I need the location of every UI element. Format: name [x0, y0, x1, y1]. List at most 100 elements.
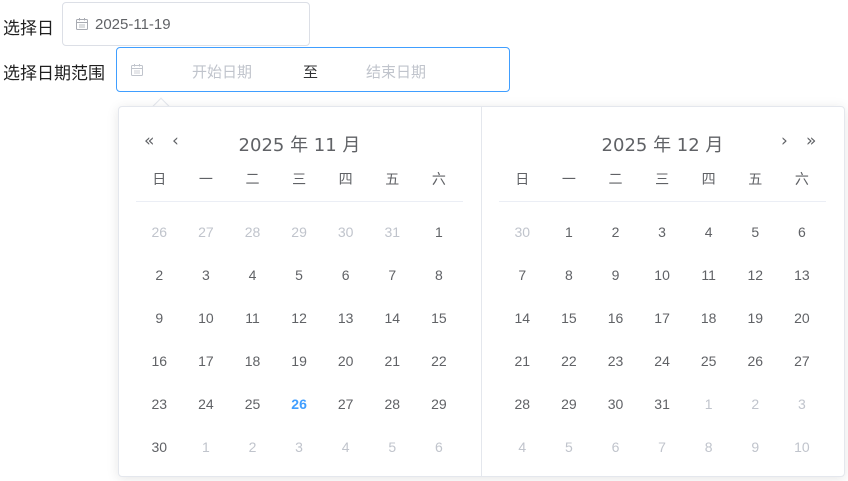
day-cell[interactable]: 21 — [369, 353, 416, 369]
day-cell[interactable]: 15 — [416, 310, 463, 326]
day-cell[interactable]: 2 — [136, 267, 183, 283]
day-cell[interactable]: 26 — [732, 353, 779, 369]
day-cell[interactable]: 5 — [732, 224, 779, 240]
day-cell[interactable]: 5 — [276, 267, 323, 283]
day-cell[interactable]: 8 — [546, 267, 593, 283]
day-cell[interactable]: 2 — [229, 439, 276, 455]
day-cell[interactable]: 25 — [229, 396, 276, 412]
day-cell[interactable]: 6 — [322, 267, 369, 283]
day-cell[interactable]: 28 — [369, 396, 416, 412]
day-cell[interactable]: 22 — [416, 353, 463, 369]
day-cell[interactable]: 16 — [136, 353, 183, 369]
day-cell[interactable]: 29 — [416, 396, 463, 412]
day-cell[interactable]: 11 — [229, 310, 276, 326]
chevron-right-icon[interactable]: › — [781, 131, 788, 151]
day-cell[interactable]: 14 — [369, 310, 416, 326]
week-row: 28 29 30 31 1 2 3 — [499, 383, 845, 426]
day-cell[interactable]: 24 — [639, 353, 686, 369]
day-cell[interactable]: 27 — [779, 353, 826, 369]
week-row: 9 10 11 12 13 14 15 — [136, 297, 482, 340]
day-cell[interactable]: 1 — [546, 224, 593, 240]
day-cell[interactable]: 28 — [499, 396, 546, 412]
week-row: 14 15 16 17 18 19 20 — [499, 297, 845, 340]
day-cell[interactable]: 19 — [732, 310, 779, 326]
date-range-input[interactable]: 开始日期 至 结束日期 — [116, 47, 510, 92]
day-cell[interactable]: 12 — [732, 267, 779, 283]
day-cell[interactable]: 21 — [499, 353, 546, 369]
day-cell[interactable]: 7 — [639, 439, 686, 455]
day-cell[interactable]: 11 — [685, 267, 732, 283]
day-cell[interactable]: 15 — [546, 310, 593, 326]
day-cell[interactable]: 9 — [732, 439, 779, 455]
single-date-input[interactable]: 2025-11-19 — [62, 2, 310, 46]
day-cell[interactable]: 7 — [499, 267, 546, 283]
day-cell[interactable]: 5 — [546, 439, 593, 455]
day-cell[interactable]: 19 — [276, 353, 323, 369]
day-cell[interactable]: 16 — [592, 310, 639, 326]
day-cell[interactable]: 9 — [136, 310, 183, 326]
day-cell[interactable]: 18 — [229, 353, 276, 369]
day-cell[interactable]: 24 — [183, 396, 230, 412]
day-cell[interactable]: 20 — [779, 310, 826, 326]
day-cell[interactable]: 5 — [369, 439, 416, 455]
left-day-grid: 26 27 28 29 30 31 1 2 3 4 5 6 7 8 9 10 11 12 13 14 15 16 17 18 1… — [136, 211, 482, 468]
single-date-value: 2025-11-19 — [95, 15, 171, 33]
day-cell[interactable]: 31 — [369, 224, 416, 240]
day-cell[interactable]: 2 — [732, 396, 779, 412]
day-cell[interactable]: 1 — [416, 224, 463, 240]
day-cell[interactable]: 10 — [639, 267, 686, 283]
day-cell[interactable]: 1 — [685, 396, 732, 412]
day-cell[interactable]: 6 — [592, 439, 639, 455]
day-cell[interactable]: 28 — [229, 224, 276, 240]
day-cell[interactable]: 1 — [183, 439, 230, 455]
day-cell[interactable]: 30 — [499, 224, 546, 240]
day-cell[interactable]: 26 — [136, 224, 183, 240]
day-cell[interactable]: 4 — [322, 439, 369, 455]
day-cell-today[interactable]: 26 — [276, 396, 323, 412]
day-cell[interactable]: 22 — [546, 353, 593, 369]
day-cell[interactable]: 17 — [639, 310, 686, 326]
day-cell[interactable]: 12 — [276, 310, 323, 326]
weekday-label: 五 — [748, 172, 763, 188]
day-cell[interactable]: 10 — [183, 310, 230, 326]
end-date-input[interactable]: 结束日期 — [366, 61, 426, 82]
day-cell[interactable]: 30 — [592, 396, 639, 412]
week-row: 30 1 2 3 4 5 6 — [499, 211, 845, 254]
day-cell[interactable]: 13 — [322, 310, 369, 326]
day-cell[interactable]: 27 — [183, 224, 230, 240]
day-cell[interactable]: 23 — [592, 353, 639, 369]
double-chevron-right-icon[interactable]: » — [806, 131, 816, 151]
weekday-label: 四 — [338, 172, 353, 188]
day-cell[interactable]: 13 — [779, 267, 826, 283]
day-cell[interactable]: 14 — [499, 310, 546, 326]
day-cell[interactable]: 27 — [322, 396, 369, 412]
day-cell[interactable]: 8 — [685, 439, 732, 455]
start-date-input[interactable]: 开始日期 — [192, 61, 252, 82]
day-cell[interactable]: 4 — [685, 224, 732, 240]
day-cell[interactable]: 31 — [639, 396, 686, 412]
day-cell[interactable]: 2 — [592, 224, 639, 240]
day-cell[interactable]: 8 — [416, 267, 463, 283]
day-cell[interactable]: 10 — [779, 439, 826, 455]
day-cell[interactable]: 18 — [685, 310, 732, 326]
day-cell[interactable]: 3 — [779, 396, 826, 412]
day-cell[interactable]: 3 — [276, 439, 323, 455]
day-cell[interactable]: 30 — [322, 224, 369, 240]
weekday-label: 一 — [198, 172, 213, 188]
day-cell[interactable]: 25 — [685, 353, 732, 369]
day-cell[interactable]: 20 — [322, 353, 369, 369]
day-cell[interactable]: 7 — [369, 267, 416, 283]
day-cell[interactable]: 9 — [592, 267, 639, 283]
day-cell[interactable]: 4 — [499, 439, 546, 455]
day-cell[interactable]: 3 — [183, 267, 230, 283]
day-cell[interactable]: 17 — [183, 353, 230, 369]
day-cell[interactable]: 6 — [416, 439, 463, 455]
day-cell[interactable]: 6 — [779, 224, 826, 240]
weekday-label: 三 — [292, 172, 307, 188]
day-cell[interactable]: 4 — [229, 267, 276, 283]
day-cell[interactable]: 29 — [276, 224, 323, 240]
day-cell[interactable]: 30 — [136, 439, 183, 455]
day-cell[interactable]: 3 — [639, 224, 686, 240]
day-cell[interactable]: 29 — [546, 396, 593, 412]
day-cell[interactable]: 23 — [136, 396, 183, 412]
